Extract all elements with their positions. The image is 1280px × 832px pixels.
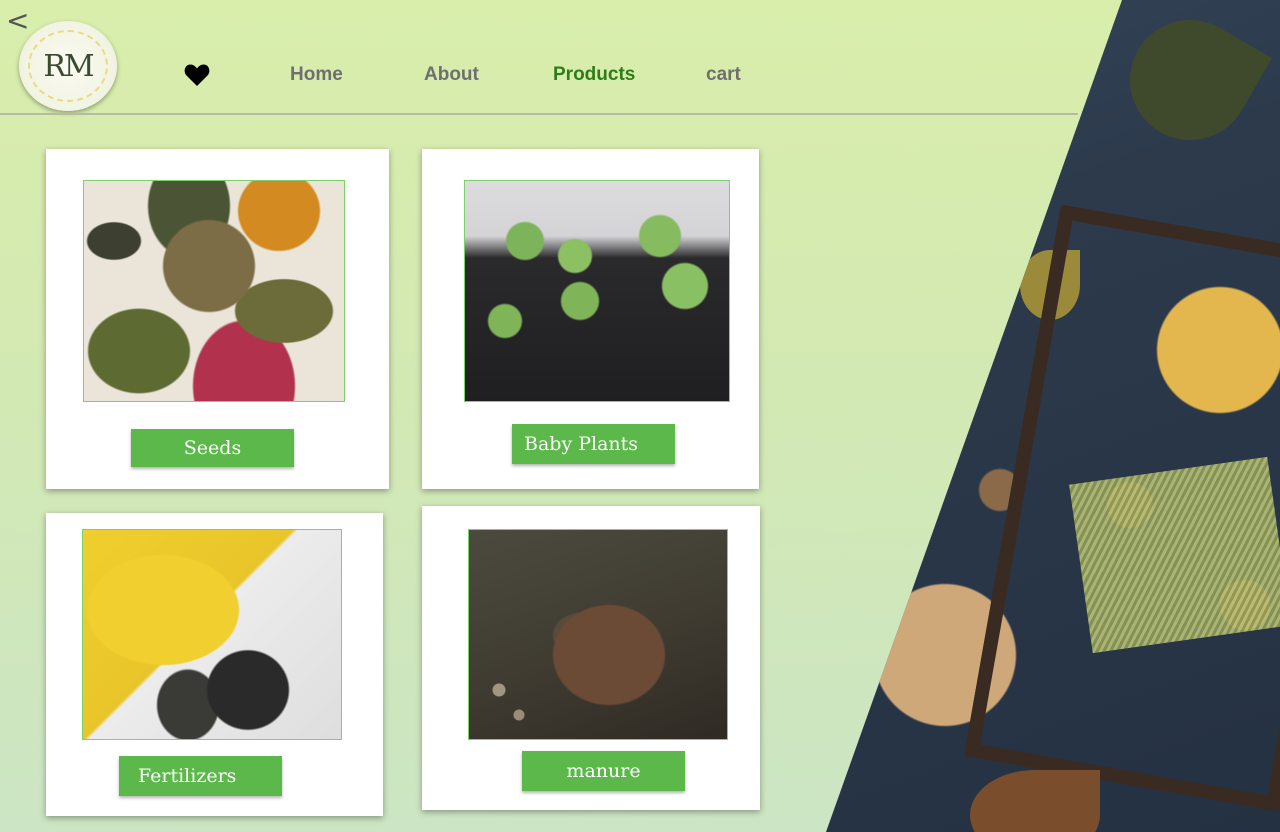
header-divider — [0, 113, 1078, 115]
manure-photo[interactable] — [468, 529, 728, 740]
seeds-photo[interactable] — [83, 180, 345, 402]
manure-button-label: manure — [566, 760, 641, 782]
nav-cart[interactable]: cart — [706, 64, 741, 88]
fertilizers-button-label: Fertilizers — [138, 765, 237, 787]
heart-icon[interactable] — [184, 63, 210, 87]
nav-about[interactable]: About — [424, 64, 479, 88]
nav-products[interactable]: Products — [553, 64, 635, 88]
product-card-baby-plants: Baby Plants — [422, 149, 759, 489]
dry-leaf-decoration — [970, 770, 1100, 832]
fertilizers-photo[interactable] — [82, 529, 342, 740]
product-card-fertilizers: Fertilizers — [46, 513, 383, 816]
nav-home[interactable]: Home — [290, 64, 343, 88]
baby-plants-button-label: Baby Plants — [524, 433, 639, 455]
product-card-manure: manure — [422, 506, 760, 810]
tray-decoration — [964, 204, 1280, 811]
product-card-seeds: Seeds — [46, 149, 389, 489]
back-button[interactable]: < — [6, 7, 29, 36]
maple-leaf-decoration — [1108, 0, 1272, 162]
logo-text: RM — [43, 48, 94, 84]
fertilizers-button[interactable]: Fertilizers — [119, 756, 282, 796]
seeds-button[interactable]: Seeds — [131, 429, 294, 467]
manure-button[interactable]: manure — [522, 751, 685, 791]
logo[interactable]: RM — [19, 21, 117, 111]
baby-plants-button[interactable]: Baby Plants — [512, 424, 675, 464]
seeds-button-label: Seeds — [183, 437, 242, 459]
baby-plants-photo[interactable] — [464, 180, 730, 402]
